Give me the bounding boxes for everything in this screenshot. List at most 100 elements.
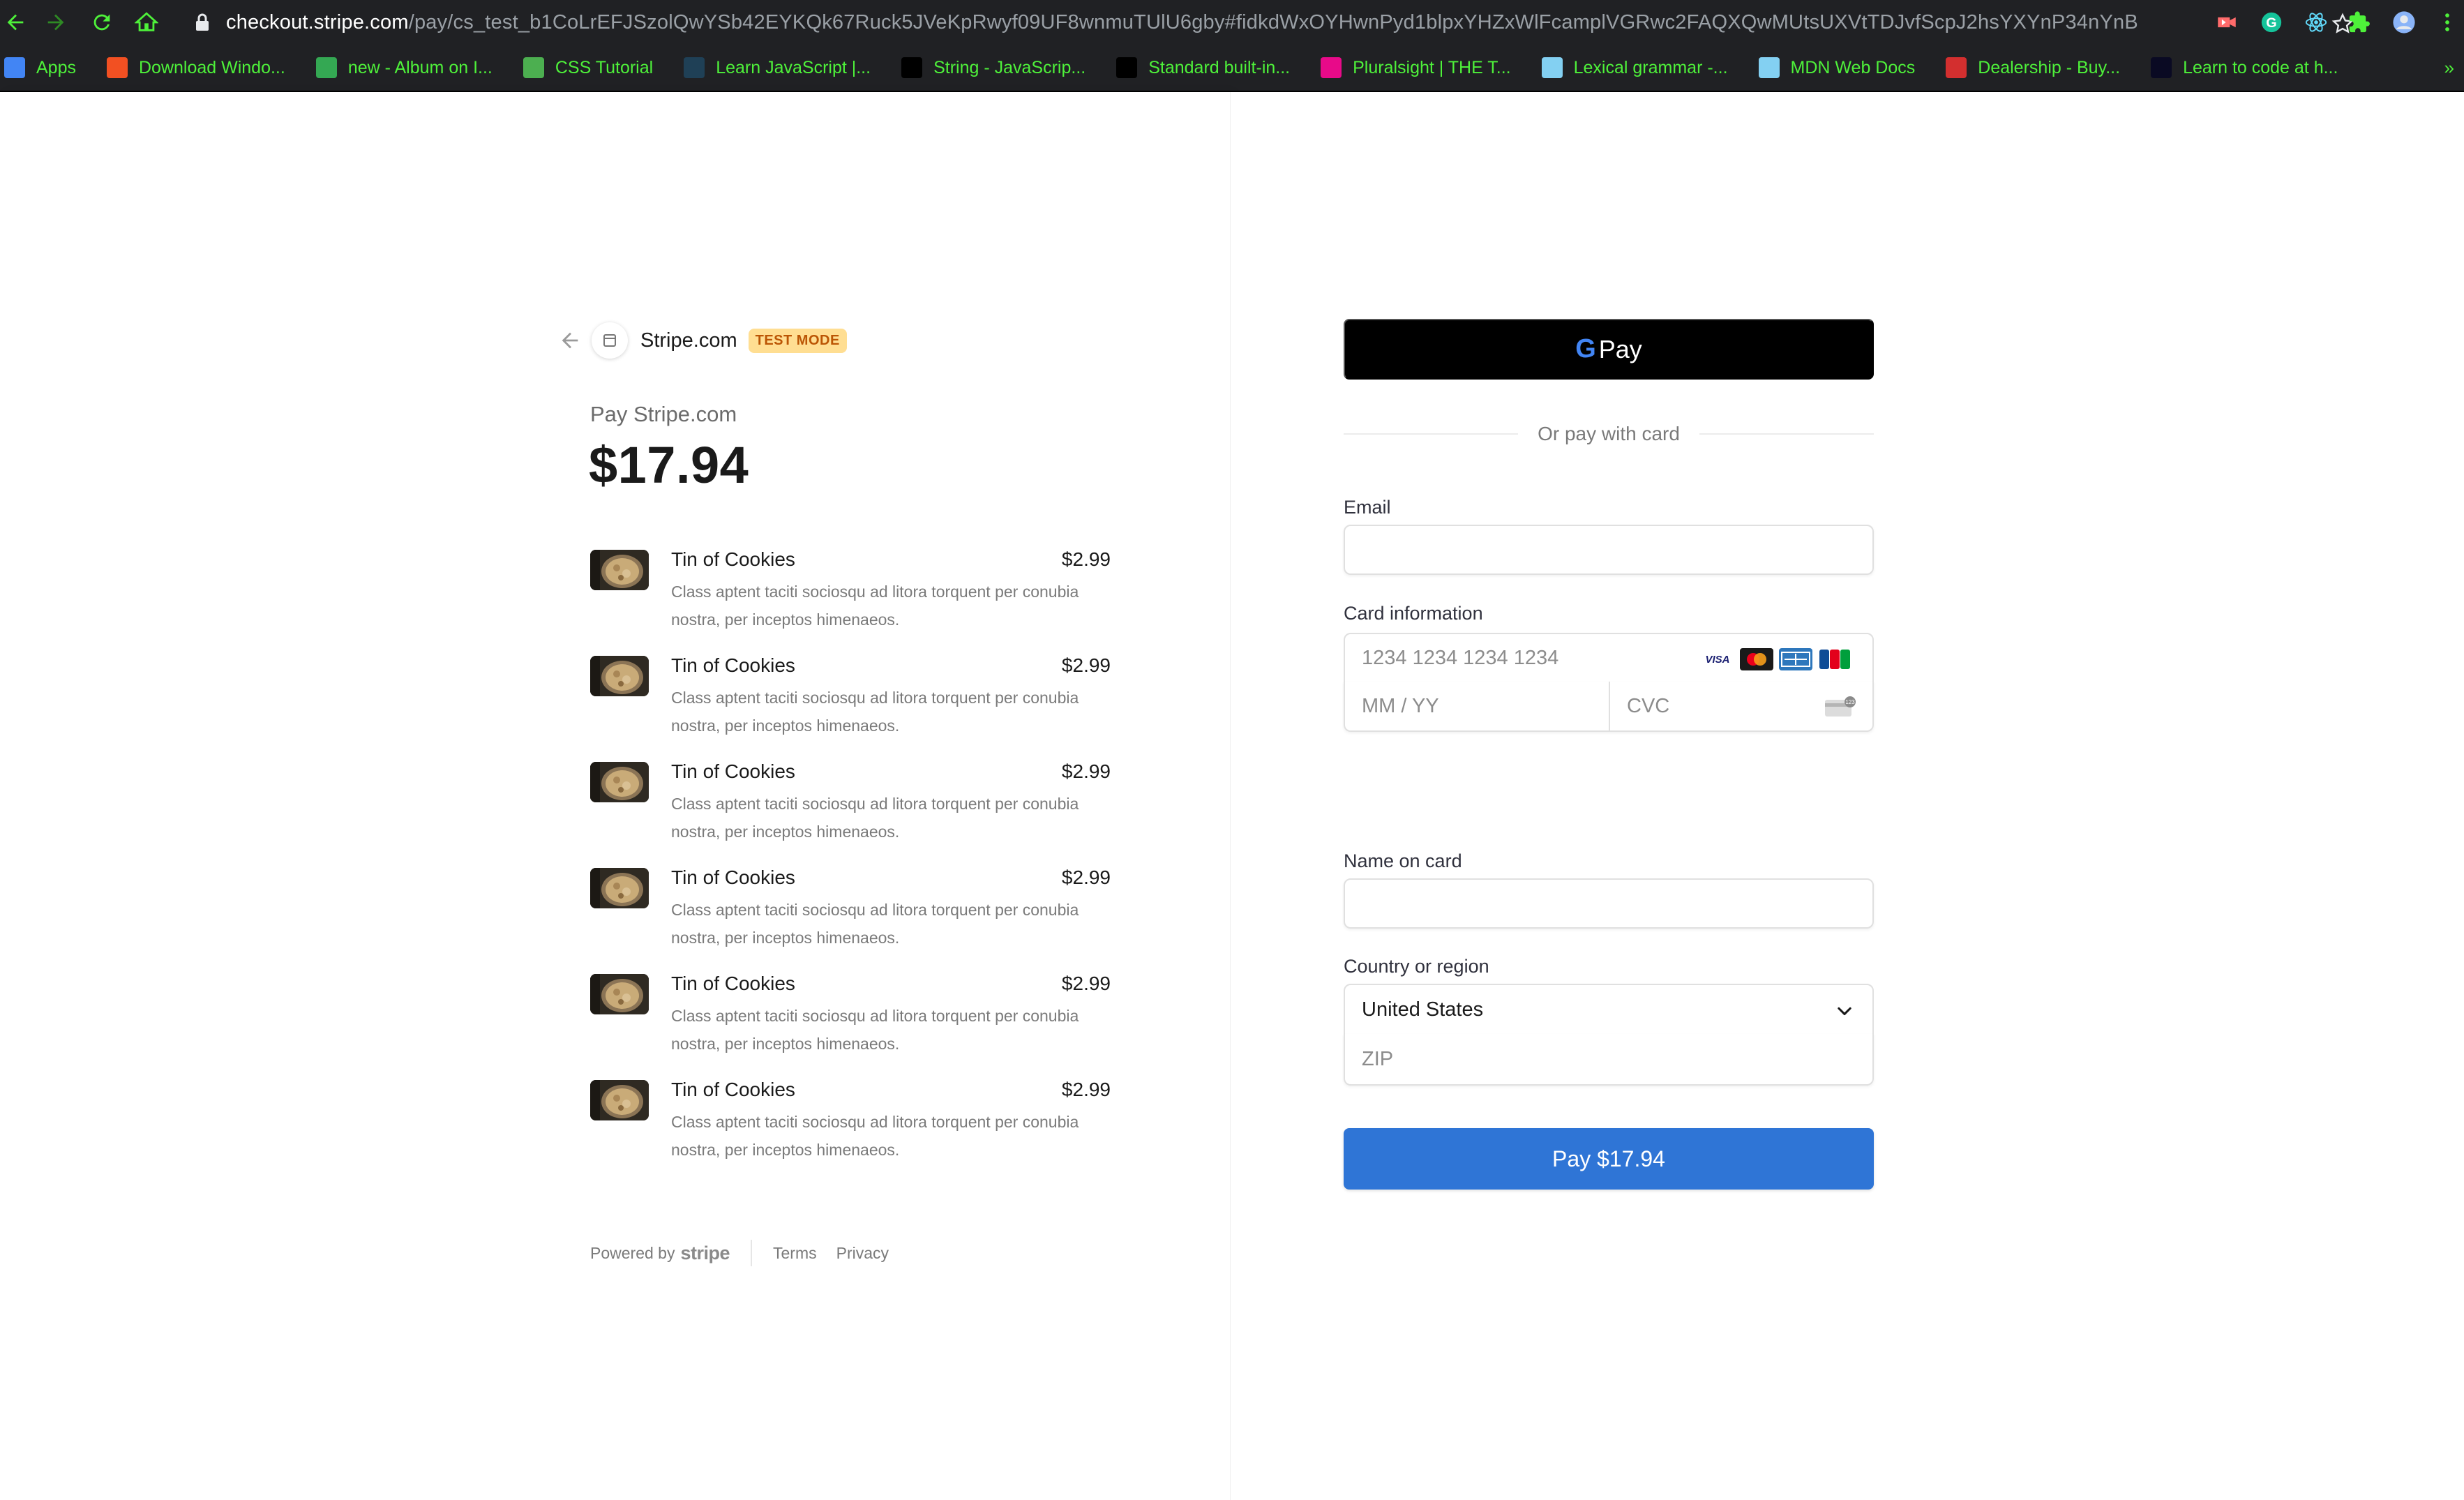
bookmark-label: Standard built-in... xyxy=(1148,57,1291,77)
bookmarks-overflow-button[interactable]: » xyxy=(2444,57,2454,79)
back-arrow-icon[interactable] xyxy=(558,329,582,352)
item-description: Class aptent taciti sociosqu ad litora t… xyxy=(671,689,1079,735)
card-number-field[interactable] xyxy=(1345,634,1694,682)
line-item: Tin of Cookies $2.99 Class aptent taciti s… xyxy=(590,1079,1111,1186)
bookmark-label: new - Album on I... xyxy=(347,57,493,77)
privacy-link[interactable]: Privacy xyxy=(836,1244,889,1263)
bookmark-label: MDN Web Docs xyxy=(1790,57,1916,77)
item-price: $2.99 xyxy=(1061,867,1111,888)
name-on-card-field[interactable] xyxy=(1344,878,1874,929)
google-pay-label: Pay xyxy=(1598,334,1642,363)
product-image xyxy=(590,1080,649,1120)
google-pay-button[interactable]: G Pay xyxy=(1344,319,1874,380)
email-field[interactable] xyxy=(1344,525,1874,575)
bookmark-item[interactable]: Learn to code at h... xyxy=(2151,57,2338,78)
bookmark-item[interactable]: CSS Tutorial xyxy=(523,57,653,78)
item-price: $2.99 xyxy=(1061,973,1111,994)
bookmark-item[interactable]: Apps xyxy=(4,57,76,78)
lock-icon xyxy=(196,13,209,31)
order-summary-panel: Stripe.com TEST MODE Pay Stripe.com $17.… xyxy=(0,92,1231,1500)
bookmark-item[interactable]: Pluralsight | THE T... xyxy=(1321,57,1511,78)
address-bar[interactable]: checkout.stripe.com/pay/cs_test_b1CoLrEF… xyxy=(173,6,2354,39)
name-on-card-label: Name on card xyxy=(1344,850,1462,871)
line-item: Tin of Cookies $2.99 Class aptent taciti s… xyxy=(590,867,1111,974)
profile-avatar-icon[interactable] xyxy=(2391,10,2417,35)
item-description: Class aptent taciti sociosqu ad litora t… xyxy=(671,1007,1079,1053)
product-image xyxy=(590,762,649,802)
codecademy-icon xyxy=(684,57,705,78)
country-selected-value: United States xyxy=(1362,998,1484,1021)
google-g-icon: G xyxy=(1575,334,1596,363)
merchant-logo xyxy=(592,322,628,359)
mdn-icon xyxy=(1116,57,1138,78)
email-label: Email xyxy=(1344,497,1391,518)
item-price: $2.99 xyxy=(1061,548,1111,570)
bookmark-item[interactable]: Standard built-in... xyxy=(1116,57,1290,78)
extension-video-icon[interactable] xyxy=(2214,10,2239,35)
bookmark-label: Lexical grammar -... xyxy=(1573,57,1728,77)
url-text: checkout.stripe.com/pay/cs_test_b1CoLrEF… xyxy=(226,11,2138,34)
checkout-footer: Powered by stripe Terms Privacy xyxy=(590,1240,908,1266)
payment-panel xyxy=(1231,92,2464,1500)
country-select[interactable]: United States xyxy=(1344,984,1874,1035)
item-name: Tin of Cookies xyxy=(671,548,795,570)
item-price: $2.99 xyxy=(1061,1079,1111,1100)
merchant-header: Stripe.com TEST MODE xyxy=(558,322,847,359)
extension-grammarly-icon[interactable]: G xyxy=(2259,10,2284,35)
bookmark-item[interactable]: String - JavaScrip... xyxy=(901,57,1085,78)
bookmark-item[interactable]: Download Windo... xyxy=(106,57,285,78)
visa-icon: VISA xyxy=(1701,648,1734,670)
item-name: Tin of Cookies xyxy=(671,867,795,888)
country-region-label: Country or region xyxy=(1344,956,1489,977)
mastercard-icon xyxy=(1740,648,1773,670)
total-amount: $17.94 xyxy=(589,436,749,494)
home-icon xyxy=(135,12,158,31)
pluralsight-icon xyxy=(1321,57,1342,78)
footer-divider xyxy=(751,1240,752,1266)
terms-link[interactable]: Terms xyxy=(773,1244,817,1263)
bookmarks-bar: Apps Download Windo... new - Album on I...… xyxy=(0,45,2464,92)
checkout-page: Stripe.com TEST MODE Pay Stripe.com $17.… xyxy=(0,92,2464,1500)
item-description: Class aptent taciti sociosqu ad litora t… xyxy=(671,901,1079,947)
bookmark-label: Learn JavaScript |... xyxy=(716,57,871,77)
expiry-field[interactable] xyxy=(1345,682,1610,730)
item-description: Class aptent taciti sociosqu ad litora t… xyxy=(671,1113,1079,1159)
item-price: $2.99 xyxy=(1061,760,1111,782)
pay-button[interactable]: Pay $17.94 xyxy=(1344,1128,1874,1190)
bookmark-item[interactable]: Learn JavaScript |... xyxy=(684,57,871,78)
forward-button[interactable] xyxy=(36,3,75,42)
product-image xyxy=(590,974,649,1014)
jcb-icon xyxy=(1818,648,1851,670)
bookmark-label: Pluralsight | THE T... xyxy=(1353,57,1511,77)
extension-react-icon[interactable] xyxy=(2304,10,2329,35)
product-image xyxy=(590,550,649,590)
w3schools-icon xyxy=(523,57,544,78)
store-icon xyxy=(603,334,616,347)
line-items-list: Tin of Cookies $2.99 Class aptent taciti s… xyxy=(590,548,1111,1186)
dealership-icon xyxy=(1946,57,1967,78)
bookmark-item[interactable]: MDN Web Docs xyxy=(1758,57,1916,78)
menu-kebab-icon[interactable] xyxy=(2435,10,2460,35)
bookmark-item[interactable]: Dealership - Buy... xyxy=(1946,57,2120,78)
back-button[interactable] xyxy=(0,3,35,42)
item-name: Tin of Cookies xyxy=(671,760,795,782)
bookmark-label: Download Windo... xyxy=(138,57,285,77)
or-pay-with-card-divider: Or pay with card xyxy=(1344,420,1875,448)
mdn-icon xyxy=(1758,57,1780,78)
bookmark-item[interactable]: Lexical grammar -... xyxy=(1541,57,1728,78)
item-description: Class aptent taciti sociosqu ad litora t… xyxy=(671,583,1079,629)
bookmark-label: String - JavaScrip... xyxy=(933,57,1086,77)
zip-field[interactable] xyxy=(1344,1034,1874,1086)
cvc-card-icon: 123 xyxy=(1825,696,1856,717)
album-icon xyxy=(315,57,337,78)
home-button[interactable] xyxy=(127,3,166,42)
item-name: Tin of Cookies xyxy=(671,1079,795,1100)
bookmarks-list: Apps Download Windo... new - Album on I...… xyxy=(0,57,2368,78)
extensions-puzzle-icon[interactable] xyxy=(2347,10,2372,35)
url-path: /pay/cs_test_b1CoLrEFJSzolQwYSb42EYKQk67… xyxy=(408,10,2138,33)
line-item: Tin of Cookies $2.99 Class aptent taciti s… xyxy=(590,548,1111,656)
reload-button[interactable] xyxy=(82,3,121,42)
stripe-logo[interactable]: stripe xyxy=(680,1243,730,1264)
bookmark-item[interactable]: new - Album on I... xyxy=(315,57,493,78)
bookmark-label: Learn to code at h... xyxy=(2183,57,2338,77)
